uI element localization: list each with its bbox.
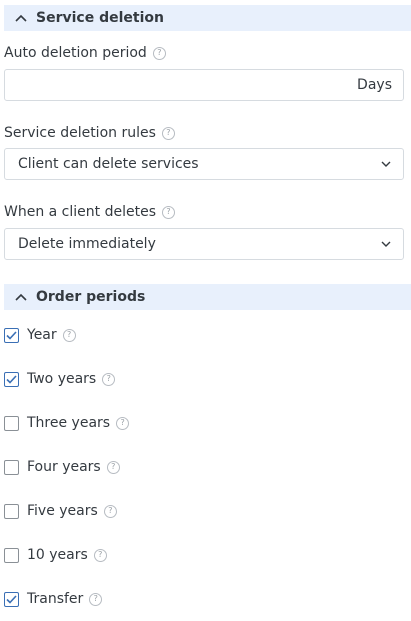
- help-icon[interactable]: ?: [161, 126, 175, 140]
- order-period-item[interactable]: Transfer?: [4, 589, 103, 609]
- order-period-item[interactable]: Year?: [4, 325, 76, 345]
- order-period-item[interactable]: Three years?: [4, 413, 130, 433]
- checkbox[interactable]: [4, 547, 19, 563]
- help-icon[interactable]: ?: [103, 504, 117, 518]
- auto-deletion-period-label: Auto deletion period ?: [4, 45, 166, 61]
- checkbox-label[interactable]: Five years: [27, 503, 98, 519]
- checkbox[interactable]: [4, 591, 19, 607]
- order-period-item[interactable]: Five years?: [4, 501, 117, 521]
- checkbox[interactable]: [4, 371, 19, 387]
- field-label-text: When a client deletes: [4, 204, 156, 220]
- checkbox[interactable]: [4, 327, 19, 343]
- checkbox[interactable]: [4, 459, 19, 475]
- help-icon[interactable]: ?: [106, 460, 120, 474]
- checkbox-label[interactable]: Four years: [27, 459, 101, 475]
- auto-deletion-period-input[interactable]: Days: [4, 69, 404, 101]
- when-client-deletes-label: When a client deletes ?: [4, 204, 175, 220]
- section-title: Service deletion: [36, 10, 164, 26]
- when-client-deletes-select[interactable]: Delete immediately: [4, 228, 404, 260]
- help-icon[interactable]: ?: [102, 372, 116, 386]
- help-icon[interactable]: ?: [89, 592, 103, 606]
- checkmark-icon: [6, 594, 17, 604]
- field-label-text: Service deletion rules: [4, 125, 156, 141]
- order-period-item[interactable]: Two years?: [4, 369, 116, 389]
- checkbox-label[interactable]: Transfer: [27, 591, 83, 607]
- order-periods-header[interactable]: Order periods: [4, 284, 411, 310]
- service-deletion-header[interactable]: Service deletion: [4, 5, 411, 31]
- help-icon[interactable]: ?: [93, 548, 107, 562]
- help-icon[interactable]: ?: [62, 328, 76, 342]
- select-value: Delete immediately: [18, 236, 156, 252]
- service-deletion-rules-select[interactable]: Client can delete services: [4, 148, 404, 180]
- service-deletion-rules-label: Service deletion rules ?: [4, 125, 175, 141]
- chevron-down-icon: [379, 237, 393, 251]
- checkbox[interactable]: [4, 415, 19, 431]
- chevron-up-icon[interactable]: [12, 288, 30, 306]
- checkmark-icon: [6, 330, 17, 340]
- chevron-down-icon: [379, 157, 393, 171]
- help-icon[interactable]: ?: [116, 416, 130, 430]
- order-period-item[interactable]: Four years?: [4, 457, 120, 477]
- select-value: Client can delete services: [18, 156, 199, 172]
- chevron-up-icon[interactable]: [12, 9, 30, 27]
- days-suffix: Days: [357, 77, 392, 93]
- checkbox-label[interactable]: 10 years: [27, 547, 88, 563]
- checkmark-icon: [6, 374, 17, 384]
- field-label-text: Auto deletion period: [4, 45, 147, 61]
- help-icon[interactable]: ?: [161, 205, 175, 219]
- checkbox-label[interactable]: Year: [27, 327, 57, 343]
- help-icon[interactable]: ?: [152, 46, 166, 60]
- checkbox-label[interactable]: Two years: [27, 371, 96, 387]
- order-period-item[interactable]: 10 years?: [4, 545, 107, 565]
- section-title: Order periods: [36, 289, 146, 305]
- checkbox[interactable]: [4, 503, 19, 519]
- checkbox-label[interactable]: Three years: [27, 415, 110, 431]
